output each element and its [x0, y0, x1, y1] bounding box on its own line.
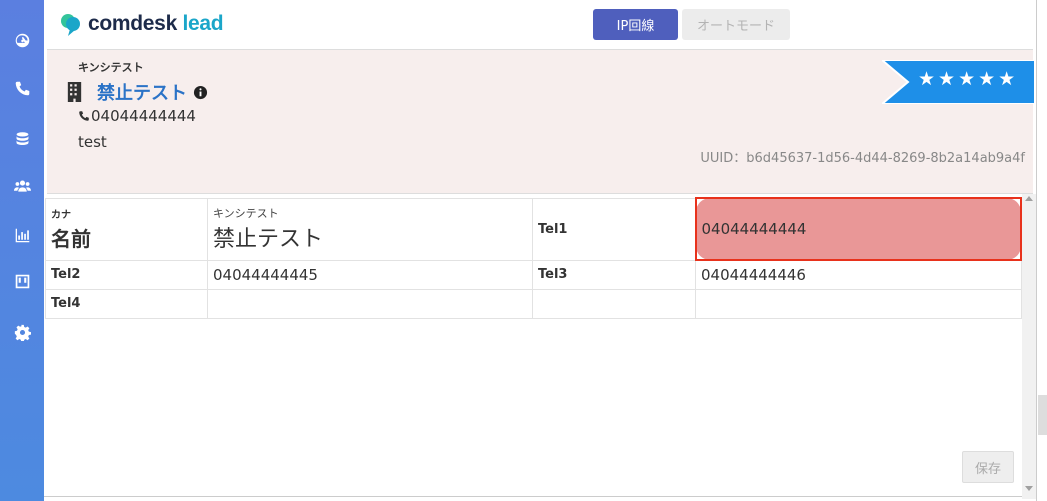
top-bar: comdesk lead IP回線 オートモード — [44, 0, 1036, 48]
header-phone: 04044444444 — [78, 107, 196, 125]
tel3-value[interactable]: 04044444446 — [695, 259, 1022, 290]
users-icon[interactable] — [0, 174, 44, 198]
scroll-thumb[interactable] — [1038, 395, 1047, 435]
divider — [44, 496, 1022, 497]
name-label: 名前 — [51, 227, 91, 251]
window-scrollbar[interactable] — [1036, 0, 1047, 501]
dashboard-icon[interactable] — [0, 28, 44, 52]
tel3-label: Tel3 — [532, 259, 696, 290]
uuid-text: UUID：b6d45637-1d56-4d44-8269-8b2a14ab9a4… — [700, 151, 1025, 166]
name-value: 禁止テスト — [213, 227, 324, 252]
sidebar — [0, 0, 44, 501]
empty-cell — [532, 288, 696, 319]
company-name-link[interactable]: 禁止テスト — [97, 79, 187, 105]
bar-chart-icon[interactable] — [0, 223, 44, 247]
scroll-up-icon[interactable] — [1025, 196, 1033, 201]
save-button[interactable]: 保存 — [962, 451, 1014, 483]
phone-icon[interactable] — [0, 76, 44, 100]
app-logo-text: comdesk lead — [88, 12, 224, 35]
scroll-down-icon[interactable] — [1025, 486, 1033, 491]
contact-details-table: カナ 名前 キンシテスト 禁止テスト Tel1 04044444444 Tel2… — [45, 197, 1022, 319]
company-kana: キンシテスト — [78, 61, 144, 74]
building-icon — [67, 82, 82, 102]
tel4-value[interactable] — [207, 288, 533, 319]
phone-icon — [79, 111, 89, 121]
ip-line-button[interactable]: IP回線 — [593, 9, 678, 40]
auto-mode-button[interactable]: オートモード — [682, 9, 790, 40]
gear-icon[interactable] — [0, 320, 44, 344]
empty-cell — [695, 288, 1022, 319]
board-icon[interactable] — [0, 269, 44, 293]
kana-label: カナ — [51, 210, 71, 221]
contact-header: キンシテスト 禁止テスト 04044444444 test UUID：b6d45… — [47, 49, 1036, 194]
tel1-value[interactable]: 04044444444 — [694, 197, 1022, 261]
table-row: カナ 名前 キンシテスト 禁止テスト Tel1 04044444444 — [45, 197, 1022, 261]
chat-bubble-logo-icon — [61, 14, 80, 36]
table-row: Tel4 — [45, 288, 1022, 319]
rating-ribbon[interactable]: ★★★★★ — [879, 59, 1036, 105]
name-label-cell: カナ 名前 — [45, 197, 208, 261]
header-phone-number: 04044444444 — [91, 107, 196, 125]
tel4-label: Tel4 — [45, 288, 208, 319]
app-logo: comdesk lead — [60, 11, 224, 37]
tel1-label: Tel1 — [532, 197, 696, 261]
content-scrollbar[interactable] — [1022, 194, 1036, 499]
tel2-label: Tel2 — [45, 259, 208, 290]
kana-value: キンシテスト — [213, 207, 279, 220]
rating-stars[interactable]: ★★★★★ — [918, 68, 1018, 90]
table-row: Tel2 04044444445 Tel3 04044444446 — [45, 259, 1022, 290]
name-value-cell[interactable]: キンシテスト 禁止テスト — [207, 197, 533, 261]
tel2-value[interactable]: 04044444445 — [207, 259, 533, 290]
info-icon[interactable] — [193, 85, 208, 100]
database-icon[interactable] — [0, 127, 44, 151]
header-note: test — [78, 133, 107, 151]
